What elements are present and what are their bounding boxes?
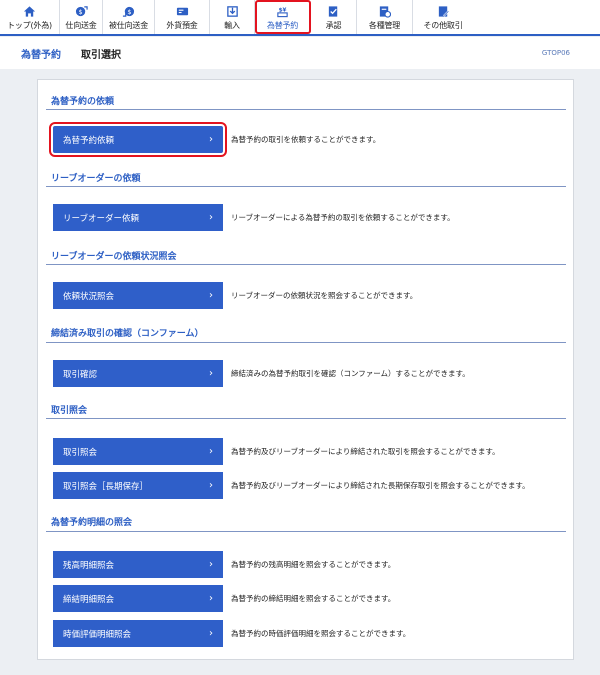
nav-label: 各種管理 (368, 21, 401, 30)
chevron-right-icon: › (209, 628, 213, 639)
row-description: 為替予約の残高明細を照会することができます。 (231, 560, 396, 569)
row-description: 為替予約及びリーブオーダーにより締結された長期保存取引を照会することができます。 (231, 481, 530, 490)
button-label: 時価評価明細照会 (63, 629, 132, 640)
chevron-right-icon: › (209, 368, 213, 379)
button-label: 依頼状況照会 (63, 291, 115, 302)
inbound-remittance-icon: $ (122, 4, 136, 18)
chevron-right-icon: › (209, 593, 213, 604)
section-title-leave-order-request: リーブオーダーの依頼 (51, 174, 141, 184)
breadcrumb-section: 為替予約 (21, 49, 61, 61)
top-navigation: トップ(外為) $ 仕向送金 $ 被仕向送金 外貨預金 輸入 $¥ 為替予約 承… (0, 0, 600, 36)
button-label: リーブオーダー依頼 (63, 213, 139, 224)
section-title-statement-inquiry: 為替予約明細の照会 (51, 518, 133, 528)
list-item: 取引確認 › 締結済みの為替予約取引を確認（コンファーム）することができます。 (53, 360, 470, 387)
market-valuation-statement-inquiry-button[interactable]: 時価評価明細照会 › (53, 620, 223, 647)
chevron-right-icon: › (209, 480, 213, 491)
list-item: 残高明細照会 › 為替予約の残高明細を照会することができます。 (53, 551, 395, 578)
chevron-right-icon: › (209, 559, 213, 570)
section-divider (46, 531, 566, 532)
button-label: 残高明細照会 (63, 560, 115, 571)
list-item: 取引照会［長期保存］ › 為替予約及びリーブオーダーにより締結された長期保存取引… (53, 472, 530, 499)
row-description: 為替予約の取引を依頼することができます。 (231, 135, 381, 144)
outbound-remittance-icon: $ (74, 4, 88, 18)
approval-icon (327, 4, 341, 18)
section-title-request-status-inquiry: リーブオーダーの依頼状況照会 (51, 252, 177, 262)
nav-item-foreign-deposit[interactable]: 外貨預金 (155, 0, 210, 34)
contract-statement-inquiry-button[interactable]: 締結明細照会 › (53, 585, 223, 612)
section-divider (46, 264, 566, 265)
button-label: 取引照会［長期保存］ (63, 481, 149, 492)
button-label: 締結明細照会 (63, 594, 115, 605)
nav-label: トップ(外為) (7, 21, 52, 30)
long-term-transaction-inquiry-button[interactable]: 取引照会［長期保存］ › (53, 472, 223, 499)
nav-label: 仕向送金 (65, 21, 97, 30)
nav-item-fx-contract[interactable]: $¥ 為替予約 (255, 0, 311, 34)
button-label: 取引確認 (63, 369, 98, 380)
row-description: 締結済みの為替予約取引を確認（コンファーム）することができます。 (231, 369, 470, 378)
transaction-confirmation-button[interactable]: 取引確認 › (53, 360, 223, 387)
section-divider (46, 418, 566, 419)
list-item: 取引照会 › 為替予約及びリーブオーダーにより締結された取引を照会することができ… (53, 438, 500, 465)
page-title: 取引選択 (81, 49, 121, 61)
request-status-inquiry-button[interactable]: 依頼状況照会 › (53, 282, 223, 309)
import-icon (225, 4, 239, 18)
nav-item-management[interactable]: 各種管理 (357, 0, 413, 34)
nav-item-outbound-remittance[interactable]: $ 仕向送金 (60, 0, 103, 34)
button-label: 為替予約依頼 (63, 135, 115, 146)
nav-item-approval[interactable]: 承認 (311, 0, 357, 34)
section-title-transaction-inquiry: 取引照会 (51, 406, 88, 416)
transaction-selection-panel: 為替予約の依頼 為替予約依頼 › 為替予約の取引を依頼することができます。 リー… (37, 79, 574, 660)
section-divider (46, 186, 566, 187)
balance-statement-inquiry-button[interactable]: 残高明細照会 › (53, 551, 223, 578)
chevron-right-icon: › (209, 212, 213, 223)
section-title-confirmation: 締結済み取引の確認（コンファーム） (51, 329, 204, 339)
list-item: 為替予約依頼 › 為替予約の取引を依頼することができます。 (49, 122, 381, 157)
foreign-deposit-icon (175, 4, 189, 18)
chevron-right-icon: › (209, 446, 213, 457)
fx-contract-request-button[interactable]: 為替予約依頼 › (49, 122, 227, 157)
transaction-inquiry-button[interactable]: 取引照会 › (53, 438, 223, 465)
section-title-fx-contract-request: 為替予約の依頼 (51, 97, 115, 107)
row-description: 為替予約の締結明細を照会することができます。 (231, 594, 396, 603)
leave-order-request-button[interactable]: リーブオーダー依頼 › (53, 204, 223, 231)
home-icon (23, 4, 37, 18)
row-description: リーブオーダーによる為替予約の取引を依頼することができます。 (231, 213, 455, 222)
chevron-right-icon: › (209, 290, 213, 301)
nav-label: その他取引 (423, 21, 463, 30)
nav-item-import[interactable]: 輸入 (210, 0, 255, 34)
nav-item-top[interactable]: トップ(外為) (0, 0, 60, 34)
list-item: 締結明細照会 › 為替予約の締結明細を照会することができます。 (53, 585, 395, 612)
row-description: リーブオーダーの依頼状況を照会することができます。 (231, 291, 418, 300)
list-item: 依頼状況照会 › リーブオーダーの依頼状況を照会することができます。 (53, 282, 417, 309)
section-divider (46, 109, 566, 110)
section-divider (46, 342, 566, 343)
fx-contract-icon: $¥ (276, 4, 290, 18)
nav-item-inbound-remittance[interactable]: $ 被仕向送金 (103, 0, 155, 34)
nav-label: 外貨預金 (166, 21, 198, 30)
nav-label: 被仕向送金 (109, 21, 148, 30)
list-item: 時価評価明細照会 › 為替予約の時価評価明細を照会することができます。 (53, 620, 410, 647)
row-description: 為替予約の時価評価明細を照会することができます。 (231, 629, 411, 638)
other-transactions-icon (436, 4, 450, 18)
row-description: 為替予約及びリーブオーダーにより締結された取引を照会することができます。 (231, 447, 500, 456)
button-label: 取引照会 (63, 447, 98, 458)
nav-label: 輸入 (224, 21, 240, 30)
svg-text:$: $ (78, 7, 82, 15)
list-item: リーブオーダー依頼 › リーブオーダーによる為替予約の取引を依頼することができま… (53, 204, 455, 231)
nav-label: 為替予約 (266, 21, 299, 30)
chevron-right-icon: › (209, 134, 213, 145)
page-header: 為替予約 取引選択 GTOP06 (0, 37, 600, 69)
screen-id: GTOP06 (541, 49, 570, 57)
management-icon (378, 4, 392, 18)
nav-label: 承認 (325, 21, 342, 30)
nav-item-other-transactions[interactable]: その他取引 (413, 0, 473, 34)
svg-text:$: $ (127, 7, 131, 15)
